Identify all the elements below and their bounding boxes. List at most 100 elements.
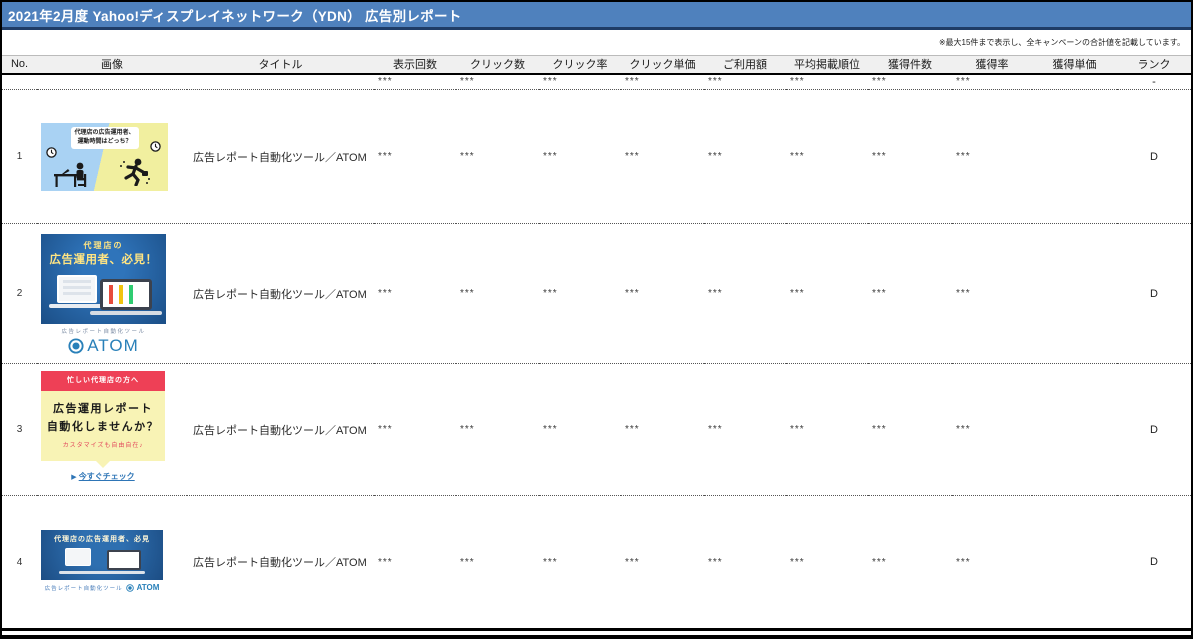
atom-logo-icon [125, 583, 134, 592]
ad-headline: 代理店の [83, 240, 124, 250]
ad-title: 広告レポート自動化ツール／ATOM [193, 151, 367, 164]
totals-cpc: *** [625, 76, 640, 88]
ad-creative-thumbnail: 忙しい代理店の方へ 広告運用レポート 自動化しませんか？ カスタマイズも自由自在… [41, 370, 165, 489]
totals-cvr: *** [956, 76, 971, 88]
tablet-icon [107, 550, 141, 570]
cpa-value [1032, 90, 1117, 224]
col-header-cpc: クリック単価 [621, 55, 704, 75]
col-header-clicks: クリック数 [456, 55, 539, 75]
cvr-value: *** [956, 424, 971, 435]
ad-tool-label: 広告レポート自動化ツール [61, 328, 146, 335]
report-page: 2021年2月度 Yahoo!ディスプレイネットワーク（YDN） 広告別レポート… [0, 0, 1193, 639]
conversions-value: *** [872, 556, 887, 568]
cpc-value: *** [625, 288, 640, 299]
col-header-impressions: 表示回数 [374, 55, 456, 75]
device-mockups [41, 270, 166, 320]
avg-position-value: *** [790, 151, 805, 162]
clock-icon [46, 146, 57, 158]
col-header-cvr: 獲得率 [952, 55, 1032, 75]
col-header-ctr: クリック率 [539, 55, 621, 75]
header-row: No. 画像 タイトル 表示回数 クリック数 クリック率 クリック単価 ご利用額… [2, 55, 1191, 75]
ad-headline: 代理店の広告運用者、必見 [54, 536, 150, 543]
ctr-value: *** [543, 556, 558, 568]
ad-title: 広告レポート自動化ツール／ATOM [193, 424, 367, 437]
ad-cta-link: ▶ 今すぐチェック [71, 471, 135, 481]
laptop-icon [57, 274, 97, 303]
row-number: 2 [16, 288, 23, 299]
cvr-value: *** [956, 556, 971, 568]
spend-value: *** [708, 424, 723, 435]
rank-value: D [1150, 150, 1158, 163]
note-row: ※最大15件まで表示し、全キャンペーンの合計値を記載しています。 [2, 30, 1191, 55]
col-header-image: 画像 [37, 55, 187, 75]
totals-spend: *** [708, 76, 723, 88]
col-header-rank: ランク [1117, 55, 1191, 75]
clicks-value: *** [460, 288, 475, 299]
ad-ribbon: 忙しい代理店の方へ [41, 370, 165, 391]
table-row: 4 代理店の広告運用者、必見 広告レポート自動化ツール ATOM 広告レポート自… [2, 496, 1191, 630]
totals-row: *** *** *** *** *** *** *** *** - [2, 74, 1191, 90]
cpc-value: *** [625, 151, 640, 162]
ad-tool-label: 広告レポート自動化ツール [44, 585, 123, 592]
totals-rank: - [1152, 75, 1156, 88]
tablet-icon [100, 278, 152, 310]
totals-cpa [1032, 74, 1117, 90]
row-number: 3 [16, 424, 23, 435]
ad-subtext: カスタマイズも自由自在♪ [62, 442, 144, 449]
col-header-no: No. [2, 55, 37, 75]
ad-headline: 広告運用レポート [53, 402, 153, 415]
ad-title: 広告レポート自動化ツール／ATOM [193, 557, 367, 569]
clicks-value: *** [460, 556, 475, 568]
ctr-value: *** [543, 424, 558, 435]
avg-position-value: *** [790, 424, 805, 435]
report-title-bar: 2021年2月度 Yahoo!ディスプレイネットワーク（YDN） 広告別レポート [2, 2, 1191, 30]
cvr-value: *** [956, 288, 971, 299]
ad-headline: 自動化しませんか？ [46, 420, 160, 433]
col-header-avg-position: 平均掲載順位 [786, 55, 868, 75]
spend-value: *** [708, 288, 723, 299]
cvr-value: *** [956, 151, 971, 162]
impressions-value: *** [378, 151, 393, 162]
cpa-value [1032, 496, 1117, 630]
cpa-value [1032, 224, 1117, 364]
conversions-value: *** [872, 151, 887, 162]
spend-value: *** [708, 151, 723, 162]
table-row: 1 代理店の広告運用者、 運動時間はどっち？ 広告レポート自動化ツール／ATOM… [2, 90, 1191, 224]
ad-report-table: No. 画像 タイトル 表示回数 クリック数 クリック率 クリック単価 ご利用額… [2, 55, 1191, 631]
ad-creative-thumbnail: 代理店の 広告運用者、必見！ 広告レポート自動化ツール ATOM [41, 233, 166, 354]
atom-brand-text: ATOM [87, 335, 139, 354]
rank-value: D [1150, 423, 1158, 436]
avg-position-value: *** [790, 288, 805, 299]
totals-clicks: *** [460, 76, 475, 88]
speech-bubble-tail [96, 460, 110, 468]
col-header-title: タイトル [187, 55, 374, 75]
atom-logo-icon [68, 337, 84, 354]
rank-value: D [1150, 556, 1158, 568]
conversions-value: *** [872, 288, 887, 299]
clicks-value: *** [460, 424, 475, 435]
totals-avg-position: *** [790, 76, 805, 88]
ctr-value: *** [543, 151, 558, 162]
spend-value: *** [708, 556, 723, 568]
impressions-value: *** [378, 424, 393, 435]
report-title: 2021年2月度 Yahoo!ディスプレイネットワーク（YDN） 広告別レポート [8, 8, 462, 24]
col-header-cpa: 獲得単価 [1032, 55, 1117, 75]
cpc-value: *** [625, 424, 640, 435]
sitting-person-icon [54, 162, 87, 187]
impressions-value: *** [378, 288, 393, 299]
col-header-conversions: 獲得件数 [868, 55, 952, 75]
note-text: ※最大15件まで表示し、全キャンペーンの合計値を記載しています。 [938, 38, 1185, 47]
play-icon: ▶ [71, 473, 77, 481]
conversions-value: *** [872, 424, 887, 435]
table-row: 2 代理店の 広告運用者、必見！ 広告レポート自動化ツール ATOM 広告レポー… [2, 224, 1191, 364]
clock-icon [150, 140, 161, 152]
running-person-icon [120, 158, 150, 186]
cpc-value: *** [625, 556, 640, 568]
rank-value: D [1150, 287, 1158, 300]
atom-brand-text: ATOM [136, 583, 160, 592]
row-number: 4 [16, 556, 23, 568]
table-row: 3 忙しい代理店の方へ 広告運用レポート 自動化しませんか？ カスタマイズも自由… [2, 364, 1191, 496]
impressions-value: *** [378, 556, 393, 568]
totals-conversions: *** [872, 76, 887, 88]
ad-bubble-text: 代理店の広告運用者、 運動時間はどっち？ [70, 126, 139, 149]
